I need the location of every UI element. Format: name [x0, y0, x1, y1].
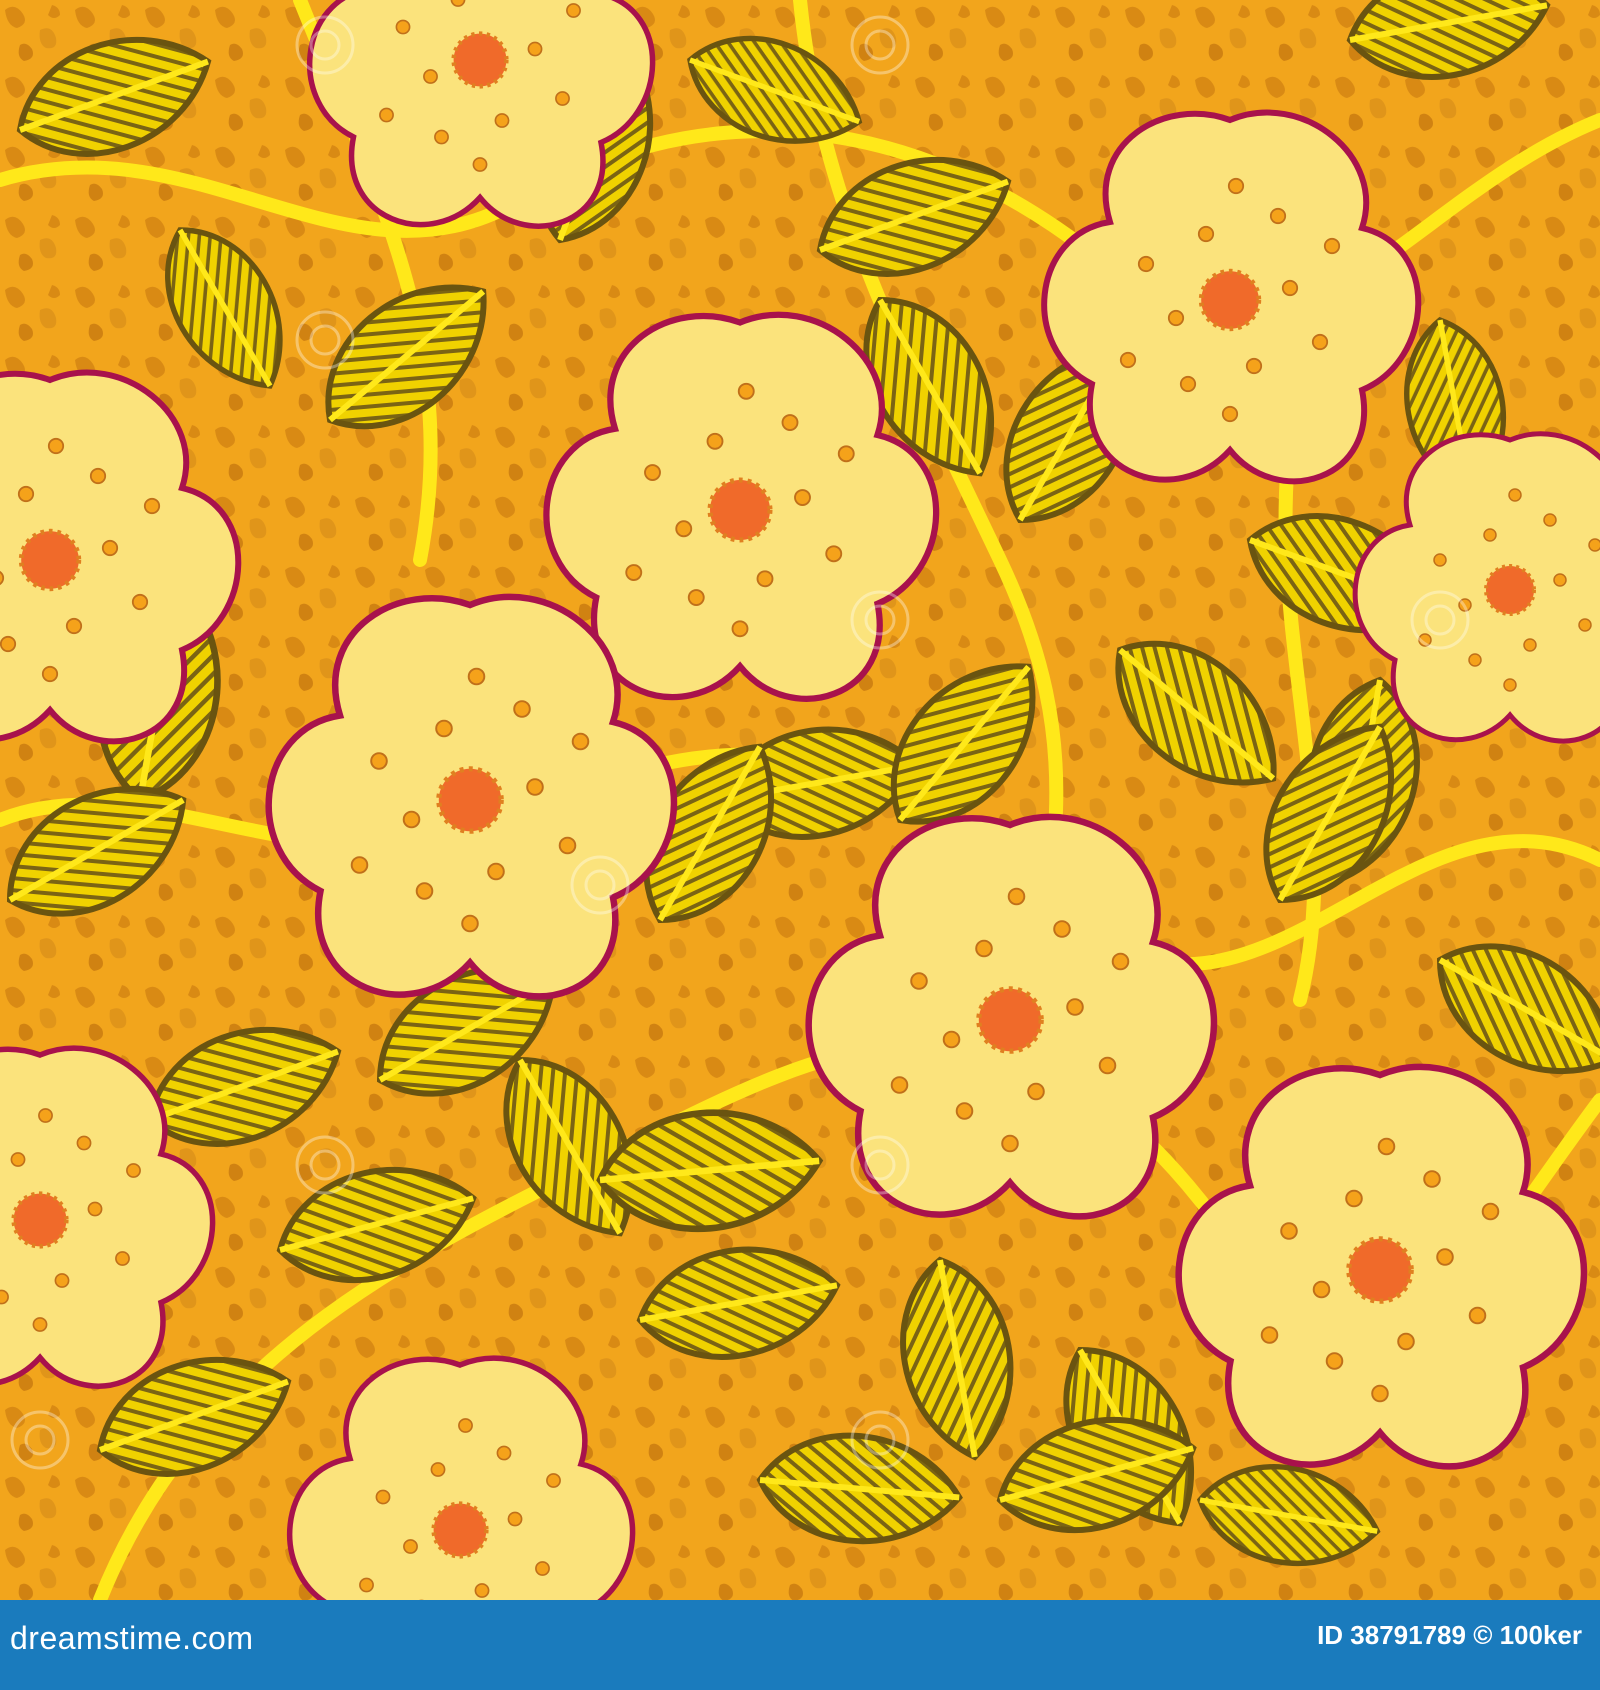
footer-bar: dreamstime.com ID 38791789 © 100ker: [0, 1600, 1600, 1690]
site-name[interactable]: dreamstime.com: [10, 1620, 254, 1657]
floral-pattern-artwork: [0, 0, 1600, 1600]
image-credit: ID 38791789 © 100ker: [1317, 1620, 1582, 1650]
